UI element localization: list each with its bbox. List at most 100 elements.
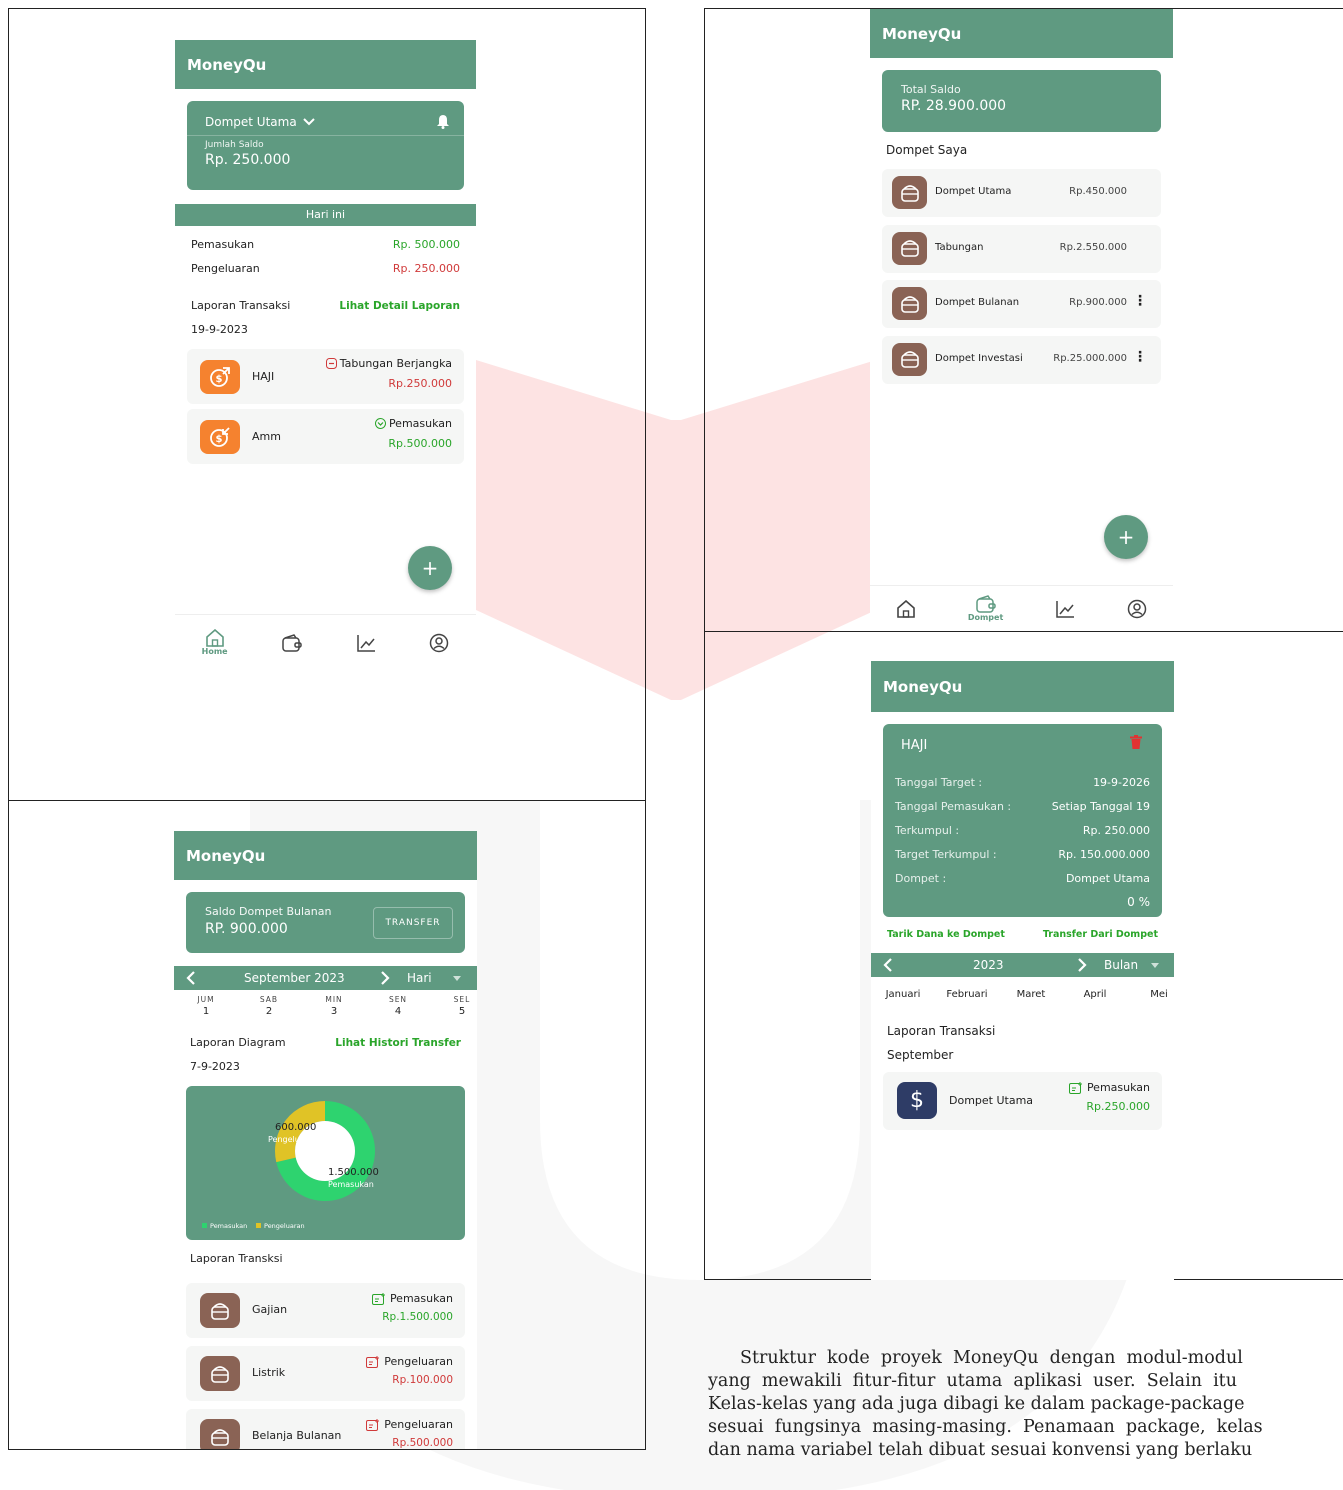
- slice-label-expense: Pengelu: [268, 1135, 300, 1144]
- caret-down-icon: [1151, 963, 1159, 968]
- month-tab[interactable]: Februari: [937, 989, 997, 1000]
- transfer-button[interactable]: TRANSFER: [373, 907, 453, 939]
- legend-label: Pemasukan: [210, 1222, 247, 1230]
- nav-chart[interactable]: [356, 634, 376, 652]
- data-label-income: 1.500.000: [328, 1167, 379, 1178]
- transaction-amount: Rp.1.500.000: [382, 1311, 453, 1323]
- chevron-right-icon[interactable]: [1077, 958, 1087, 972]
- transaction-item[interactable]: $ Dompet Utama Pemasukan Rp.250.000: [883, 1072, 1162, 1130]
- nav-wallet[interactable]: [281, 633, 303, 652]
- transaction-item[interactable]: Belanja Bulanan Pengeluaran Rp.500.000: [186, 1409, 465, 1449]
- transaction-item[interactable]: $ HAJI Tabungan Berjangka Rp.250.000: [187, 349, 464, 404]
- minus-box-icon: [325, 358, 337, 369]
- transaction-amount: Rp.500.000: [388, 437, 452, 450]
- day-cell[interactable]: SEL 5: [442, 995, 477, 1017]
- monthly-balance-label: Saldo Dompet Bulanan: [205, 905, 332, 918]
- wallet-selector[interactable]: Dompet Utama: [205, 115, 315, 129]
- goal-field-value: Dompet Utama: [1065, 872, 1150, 885]
- period-dropdown[interactable]: Bulan: [1104, 958, 1138, 972]
- add-fab-button[interactable]: +: [408, 546, 452, 590]
- trash-icon[interactable]: [1130, 735, 1142, 749]
- phone-home: MoneyQu Dompet Utama Jumlah Saldo Rp. 25…: [175, 40, 476, 670]
- line-chart-icon: [357, 634, 376, 652]
- nav-home[interactable]: [896, 599, 916, 618]
- wallet-item[interactable]: Dompet Bulanan Rp.900.000 ⋮: [882, 280, 1161, 328]
- more-vertical-icon[interactable]: ⋮: [1133, 349, 1147, 365]
- nav-profile[interactable]: [429, 633, 449, 653]
- transaction-name: Dompet Utama: [949, 1094, 1034, 1107]
- expense-label: Pengeluaran: [191, 262, 260, 275]
- monthly-balance-value: RP. 900.000: [205, 921, 288, 937]
- coin-down-icon: $: [200, 420, 240, 454]
- month-tab[interactable]: Mei: [1129, 989, 1174, 1000]
- nav-profile[interactable]: [1127, 599, 1147, 619]
- app-bar: MoneyQu: [870, 9, 1173, 58]
- transfer-link[interactable]: Transfer Dari Dompet: [1043, 929, 1158, 940]
- transaction-item[interactable]: Listrik Pengeluaran Rp.100.000: [186, 1346, 465, 1401]
- chevron-left-icon[interactable]: [883, 958, 893, 972]
- year-label: 2023: [973, 958, 1004, 972]
- donut-chart-card: 600.000 Pengelu 1.500.000 Pemasukan Pemasuka…: [186, 1086, 465, 1240]
- bell-icon[interactable]: [436, 114, 450, 129]
- day-cell[interactable]: SEN 4: [378, 995, 418, 1017]
- withdraw-link[interactable]: Tarik Dana ke Dompet: [887, 929, 1005, 940]
- today-label: Hari ini: [305, 208, 346, 221]
- report-header: Laporan Transaksi Lihat Detail Laporan: [191, 299, 460, 312]
- history-link[interactable]: Lihat Histori Transfer: [335, 1037, 461, 1049]
- day-name: SAB: [259, 995, 279, 1004]
- report-detail-link[interactable]: Lihat Detail Laporan: [339, 300, 460, 312]
- nav-chart[interactable]: [1055, 600, 1075, 618]
- wallet-card: Dompet Utama Jumlah Saldo Rp. 250.000: [187, 101, 464, 190]
- monthly-balance-card: Saldo Dompet Bulanan RP. 900.000 TRANSFE…: [186, 892, 465, 953]
- line-chart-icon: [1056, 600, 1075, 618]
- wallet-item[interactable]: Tabungan Rp.2.550.000: [882, 224, 1161, 273]
- transaction-item[interactable]: Gajian Pemasukan Rp.1.500.000: [186, 1283, 465, 1338]
- add-fab-button[interactable]: +: [1104, 515, 1148, 559]
- app-bar: MoneyQu: [175, 40, 476, 89]
- day-cell[interactable]: JUM 1: [186, 995, 226, 1017]
- home-icon: [897, 599, 915, 618]
- legend-swatch: [202, 1223, 207, 1228]
- total-balance-value: RP. 28.900.000: [901, 98, 1007, 114]
- svg-text:$: $: [216, 434, 223, 445]
- goal-field-row: Terkumpul : Rp. 250.000: [895, 824, 1150, 837]
- income-label: Pemasukan: [191, 238, 255, 251]
- expense-value: Rp. 250.000: [392, 262, 460, 275]
- chevron-left-icon[interactable]: [186, 971, 196, 985]
- more-vertical-icon[interactable]: ⋮: [1133, 293, 1147, 309]
- month-tab[interactable]: Januari: [873, 989, 933, 1000]
- month-selector: September 2023 Hari: [174, 966, 477, 990]
- month-label: September 2023: [244, 971, 345, 985]
- body-paragraph: Struktur kode proyek MoneyQu dengan modu…: [708, 1347, 1340, 1462]
- caret-down-icon: [453, 976, 461, 981]
- total-balance-label: Total Saldo: [901, 83, 961, 96]
- wallet-icon: [892, 231, 927, 265]
- slice-label-income: Pemasukan: [328, 1180, 374, 1189]
- day-date: 2: [265, 1006, 273, 1017]
- day-name: MIN: [325, 995, 343, 1004]
- transaction-type: Tabungan Berjangka: [339, 357, 452, 370]
- chevron-right-icon[interactable]: [380, 971, 390, 985]
- transaction-type: Pemasukan: [388, 417, 452, 430]
- wallet-item[interactable]: Dompet Investasi Rp.25.000.000 ⋮: [882, 335, 1161, 384]
- month-tab[interactable]: Maret: [1001, 989, 1061, 1000]
- wallet-icon: [975, 595, 996, 613]
- total-balance-card: Total Saldo RP. 28.900.000: [882, 70, 1161, 132]
- nav-home[interactable]: Home: [202, 629, 228, 656]
- nav-wallet[interactable]: Dompet: [968, 595, 1003, 622]
- app-title: MoneyQu: [883, 677, 963, 696]
- app-title: MoneyQu: [882, 24, 962, 43]
- goal-title: HAJI: [901, 738, 928, 753]
- period-dropdown[interactable]: Hari: [407, 971, 432, 985]
- income-value: Rp. 500.000: [392, 238, 460, 251]
- balance-value: Rp. 250.000: [205, 152, 291, 168]
- day-cell[interactable]: SAB 2: [249, 995, 289, 1017]
- wallet-item[interactable]: Dompet Utama Rp.450.000: [882, 169, 1161, 217]
- goal-field-label: Terkumpul :: [895, 824, 960, 837]
- day-cell[interactable]: MIN 3: [314, 995, 354, 1017]
- transaction-amount: Rp.250.000: [388, 377, 452, 390]
- transaction-item[interactable]: $ Amm Pemasukan Rp.500.000: [187, 409, 464, 464]
- transaction-type: Pemasukan: [1086, 1081, 1150, 1094]
- goal-card: HAJI Tanggal Target : 19-9-2026 Tanggal Pe…: [883, 724, 1162, 917]
- month-tab[interactable]: April: [1065, 989, 1125, 1000]
